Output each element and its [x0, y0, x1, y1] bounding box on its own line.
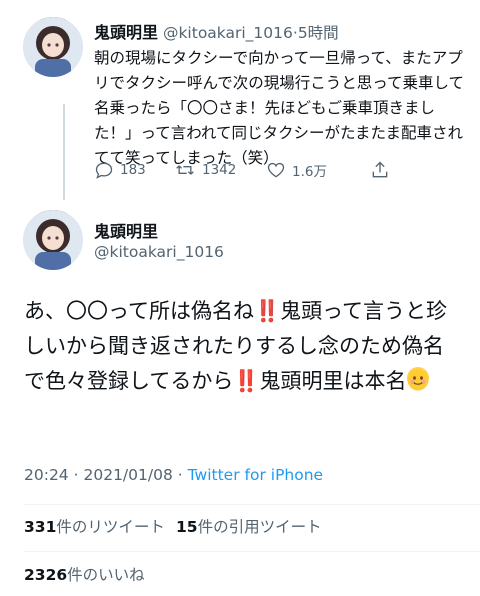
like-stat-label: 件のいいね — [67, 566, 145, 584]
tweet-actions: 183 1342 1.6万 — [94, 160, 394, 190]
timestamp[interactable]: 5時間 — [298, 24, 339, 42]
like-stats[interactable]: 2326件のいいね — [24, 563, 145, 585]
like-total: 2326 — [24, 566, 68, 584]
double-exclamation-icon: ‼️ — [253, 299, 281, 323]
retweet-count: 1342 — [202, 162, 237, 178]
share-button[interactable] — [370, 160, 396, 180]
avatar[interactable] — [23, 17, 83, 77]
user-handle[interactable]: @kitoakari_1016 — [94, 243, 224, 261]
tweet-time[interactable]: 20:24 — [24, 466, 69, 484]
dot-separator: · — [73, 466, 79, 484]
display-name[interactable]: 鬼頭明里 — [94, 218, 158, 242]
tweet-text-part: あ、〇〇って所は偽名ね — [24, 299, 254, 323]
retweet-button[interactable]: 1342 — [174, 160, 236, 180]
tweet-meta: 20:24 · 2021/01/08 · Twitter for iPhone — [24, 466, 323, 484]
tweet-text-part: 鬼頭明里は本名 — [259, 369, 407, 393]
retweet-stats[interactable]: 331件のリツイート — [24, 515, 165, 537]
smile-emoji-icon — [406, 367, 429, 391]
divider — [24, 551, 480, 552]
user-handle[interactable]: @kitoakari_1016 — [163, 24, 293, 42]
like-icon — [267, 162, 285, 178]
reply-count: 183 — [120, 162, 146, 178]
like-count: 1.6万 — [292, 164, 327, 180]
thread-line — [63, 104, 65, 200]
avatar[interactable] — [23, 210, 83, 270]
retweet-stat-label: 件のリツイート — [56, 518, 165, 536]
retweet-icon — [176, 165, 194, 175]
reply-icon — [95, 162, 113, 179]
share-icon — [372, 161, 388, 178]
display-name[interactable]: 鬼頭明里 — [94, 23, 158, 42]
tweet-text: あ、〇〇って所は偽名ね‼️鬼頭って言うと珍しいから聞き返されたりするし念のため偽… — [24, 294, 454, 399]
retweet-total: 331 — [24, 518, 57, 536]
quote-stat-label: 件の引用ツイート — [197, 518, 322, 536]
dot-separator: · — [177, 466, 183, 484]
like-button[interactable]: 1.6万 — [266, 160, 327, 180]
reply-button[interactable]: 183 — [94, 160, 146, 180]
quote-stats[interactable]: 15件の引用ツイート — [176, 515, 322, 537]
divider — [24, 504, 480, 505]
tweet-source-link[interactable]: Twitter for iPhone — [188, 466, 323, 484]
quote-total: 15 — [176, 518, 198, 536]
reply-header: 鬼頭明里 @kitoakari_1016·5時間 — [94, 19, 339, 43]
tweet-date[interactable]: 2021/01/08 — [83, 466, 172, 484]
reply-text: 朝の現場にタクシーで向かって一旦帰って、またアプリでタクシー呼んで次の現場行こう… — [94, 49, 464, 167]
double-exclamation-icon: ‼️ — [233, 369, 260, 393]
